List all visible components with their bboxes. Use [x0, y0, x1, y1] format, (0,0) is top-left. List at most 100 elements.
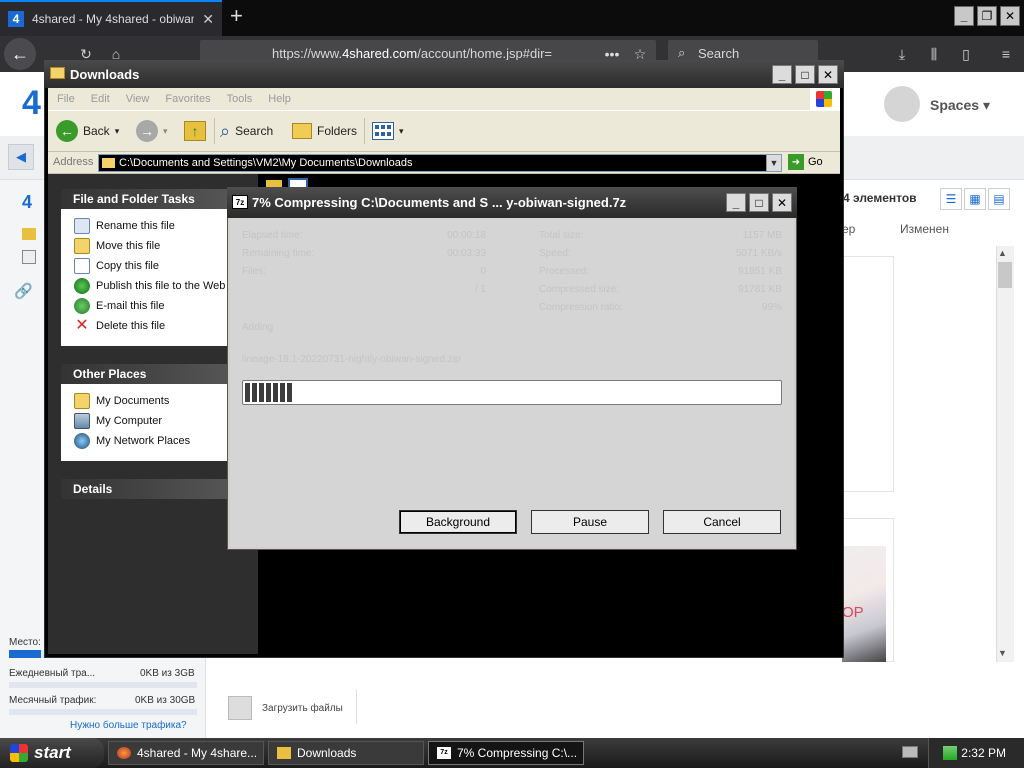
folders-button[interactable]: Folders — [292, 119, 357, 143]
file-card[interactable] — [842, 256, 894, 492]
folder-icon[interactable] — [22, 228, 36, 240]
compressed-size-value: 91781 KB — [738, 284, 782, 295]
new-tab-icon[interactable]: + — [230, 5, 243, 27]
folders-label: Folders — [317, 124, 358, 138]
site-logo[interactable]: 4 — [22, 84, 41, 123]
dialog-title-bar[interactable]: 7% Compressing C:\Documents and S ... y-… — [227, 187, 797, 218]
scroll-down-icon[interactable]: ▼ — [998, 648, 1007, 658]
go-label: Go — [808, 156, 823, 168]
menu-icon[interactable]: ≡ — [996, 44, 1016, 64]
taskbar-item-7zip[interactable]: 7z 7% Compressing C:\... — [428, 741, 584, 765]
keyboard-icon[interactable] — [902, 746, 918, 758]
spaces-menu[interactable]: Spaces ▾ — [930, 97, 990, 114]
address-dropdown-icon[interactable]: ▼ — [766, 155, 781, 171]
explorer-maximize-button[interactable]: □ — [795, 65, 815, 84]
menu-favorites[interactable]: Favorites — [165, 93, 210, 110]
search-button[interactable]: ⌕ Search — [220, 119, 273, 143]
views-icon — [372, 122, 394, 140]
storage-bar-fill — [9, 650, 41, 658]
copy-file-link[interactable]: Copy this file — [74, 257, 159, 275]
dialog-close-button[interactable]: ✕ — [772, 193, 792, 212]
browser-tab[interactable]: 4 4shared - My 4shared - obiwan ✕ — [0, 0, 222, 36]
list-view-icon[interactable]: ☰ — [940, 188, 962, 210]
menu-tools[interactable]: Tools — [227, 93, 253, 110]
dialog-minimize-button[interactable]: _ — [726, 193, 746, 212]
email-file-link[interactable]: E-mail this file — [74, 297, 164, 315]
other-places-header[interactable]: Other Places — [61, 364, 227, 384]
rename-file-link[interactable]: Rename this file — [74, 217, 175, 235]
file-tasks-header[interactable]: File and Folder Tasks — [61, 189, 227, 209]
remaining-time-value: 00:03:33 — [447, 248, 486, 259]
copy-icon — [74, 258, 90, 274]
chevron-down-icon: ▾ — [982, 97, 990, 113]
folder-icon — [277, 747, 291, 759]
site-back-button[interactable]: ◀ — [8, 144, 34, 170]
download-icon[interactable]: ⤓ — [892, 44, 912, 64]
menu-edit[interactable]: Edit — [91, 93, 110, 110]
my-documents-link[interactable]: My Documents — [74, 392, 169, 410]
explorer-close-button[interactable]: ✕ — [818, 65, 838, 84]
my-computer-link[interactable]: My Computer — [74, 412, 162, 430]
address-input[interactable]: C:\Documents and Settings\VM2\My Documen… — [98, 154, 782, 172]
browser-tab-title: 4shared - My 4shared - obiwan — [32, 12, 195, 26]
background-button[interactable]: Background — [399, 510, 517, 534]
scrollbar-thumb[interactable] — [998, 262, 1012, 288]
clock[interactable]: 2:32 PM — [961, 746, 1006, 760]
files-total-value: / 1 — [474, 284, 486, 295]
my-network-places-link[interactable]: My Network Places — [74, 432, 190, 450]
explorer-title-bar[interactable]: Downloads — [44, 60, 844, 88]
cancel-button[interactable]: Cancel — [663, 510, 781, 534]
sidebar-toggle-icon[interactable]: ▯ — [956, 44, 976, 64]
url-domain: 4shared.com — [342, 46, 418, 61]
go-button[interactable]: ➜ Go — [788, 154, 823, 170]
back-button[interactable]: ← Back ▾ — [56, 119, 119, 143]
delete-file-link[interactable]: ✕ Delete this file — [74, 317, 165, 335]
views-button[interactable]: ▾ — [372, 119, 404, 143]
folder-icon — [102, 158, 115, 168]
rename-icon — [74, 218, 90, 234]
publish-file-link[interactable]: Publish this file to the Web — [74, 277, 225, 295]
more-traffic-link[interactable]: Нужно больше трафика? — [70, 720, 187, 731]
pause-button[interactable]: Pause — [531, 510, 649, 534]
menu-help[interactable]: Help — [268, 93, 291, 110]
browser-restore-button[interactable]: ❐ — [977, 6, 997, 26]
browser-minimize-button[interactable]: _ — [954, 6, 974, 26]
daily-traffic-bar — [9, 682, 197, 688]
chevron-down-icon[interactable]: ▾ — [163, 126, 168, 137]
chevron-down-icon[interactable]: ▾ — [115, 126, 120, 137]
taskbar-item-firefox[interactable]: 4shared - My 4share... — [108, 741, 264, 765]
start-button[interactable]: start — [0, 738, 104, 768]
browser-close-button[interactable]: ✕ — [1000, 6, 1020, 26]
files-label: Files: — [242, 266, 266, 277]
upload-button[interactable]: Загрузить файлы — [228, 692, 356, 724]
library-icon[interactable]: ⫼ — [924, 44, 944, 64]
task-label: Publish this file to the Web — [96, 280, 226, 292]
sidebar-logo-icon: 4 — [22, 192, 33, 212]
grid-view-icon[interactable]: ▦ — [964, 188, 986, 210]
menu-view[interactable]: View — [126, 93, 150, 110]
link-icon[interactable]: 🔗 — [14, 282, 33, 300]
move-file-link[interactable]: Move this file — [74, 237, 160, 255]
column-header-modified[interactable]: Изменен — [900, 222, 949, 236]
close-tab-icon[interactable]: ✕ — [202, 11, 214, 28]
scrollbar[interactable] — [996, 246, 1014, 662]
browser-back-icon[interactable]: ← — [4, 38, 36, 70]
up-folder-button[interactable]: ↑ — [184, 119, 206, 143]
computer-icon — [74, 413, 90, 429]
column-header-size[interactable]: ер — [842, 222, 855, 236]
scroll-up-icon[interactable]: ▲ — [998, 248, 1007, 258]
speed-label: Speed: — [539, 248, 571, 259]
total-size-value: 1157 MB — [742, 230, 782, 241]
dialog-maximize-button[interactable]: □ — [749, 193, 769, 212]
taskbar-item-downloads[interactable]: Downloads — [268, 741, 424, 765]
detail-view-icon[interactable]: ▤ — [988, 188, 1010, 210]
url-path: /account/home.jsp#dir= — [417, 46, 553, 61]
details-header[interactable]: Details — [61, 479, 227, 499]
explorer-minimize-button[interactable]: _ — [772, 65, 792, 84]
network-tray-icon[interactable] — [943, 746, 957, 760]
item-count: 4 элементов — [843, 191, 917, 205]
forward-button[interactable]: → ▾ — [136, 119, 168, 143]
menu-file[interactable]: File — [57, 93, 75, 110]
trash-icon[interactable] — [22, 250, 36, 264]
avatar[interactable] — [884, 86, 920, 122]
